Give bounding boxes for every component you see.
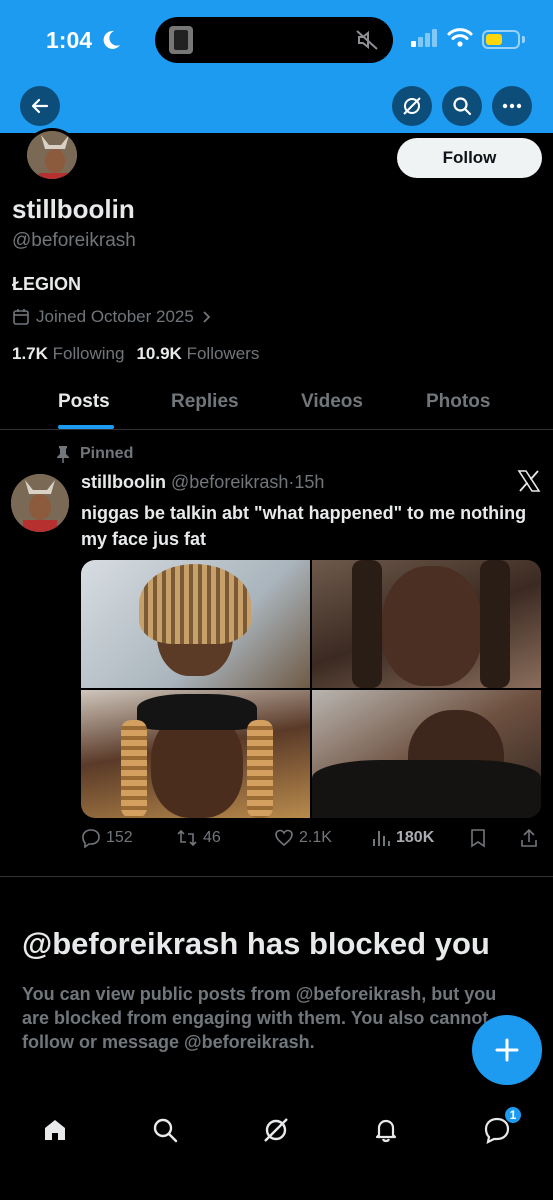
post-media-grid — [81, 560, 541, 818]
tab-replies[interactable]: Replies — [171, 391, 239, 413]
reply-button[interactable]: 152 — [81, 828, 133, 848]
profile-avatar[interactable] — [24, 128, 80, 182]
now-playing-thumbnail — [169, 26, 193, 54]
followers-link[interactable]: 10.9K Followers — [136, 344, 259, 364]
like-button[interactable]: 2.1K — [274, 828, 332, 848]
bookmark-icon — [471, 829, 485, 848]
heart-icon — [275, 829, 293, 847]
profile-handle: @beforeikrash — [12, 230, 136, 251]
follow-button[interactable]: Follow — [397, 138, 542, 178]
moon-icon — [103, 30, 120, 49]
post-photo-2[interactable] — [312, 560, 541, 688]
compose-post-button[interactable] — [472, 1015, 542, 1085]
following-link[interactable]: 1.7K Following — [12, 344, 124, 364]
nav-search[interactable] — [145, 1110, 185, 1150]
blocked-title: @beforeikrash has blocked you — [22, 926, 490, 961]
profile-tabs: Posts Replies Videos Photos — [0, 376, 553, 430]
section-divider — [0, 876, 553, 877]
follow-stats: 1.7K Following 10.9K Followers — [12, 344, 259, 364]
joined-date[interactable]: Joined October 2025 — [12, 307, 212, 327]
post-author-avatar[interactable] — [11, 474, 69, 532]
arrow-left-icon — [31, 98, 49, 114]
repost-button[interactable]: 46 — [176, 828, 221, 848]
profile-display-name: stillboolin — [12, 194, 135, 224]
more-button[interactable] — [492, 86, 532, 126]
messages-badge: 1 — [504, 1106, 522, 1124]
nav-home[interactable] — [35, 1110, 75, 1150]
profile-bio: ŁEGION — [12, 274, 82, 294]
pinned-label: Pinned — [80, 445, 134, 462]
like-count: 2.1K — [299, 829, 332, 846]
post-photo-4[interactable] — [312, 690, 541, 818]
notifications-icon — [375, 1119, 397, 1143]
tab-photos[interactable]: Photos — [426, 391, 490, 413]
post-photo-1[interactable] — [81, 560, 310, 688]
battery-cap — [522, 36, 525, 43]
dynamic-island — [155, 17, 393, 63]
search-button[interactable] — [442, 86, 482, 126]
cellular-signal-icon — [411, 29, 437, 47]
muted-icon — [356, 30, 378, 50]
post-text: niggas be talkin abt "what happened" to … — [81, 503, 527, 549]
search-icon — [153, 1118, 178, 1143]
grok-icon — [403, 97, 421, 115]
reply-icon — [82, 829, 100, 848]
post-header: stillboolin @beforeikrash·15h — [81, 472, 324, 493]
home-icon — [45, 1120, 65, 1140]
more-icon — [502, 103, 522, 109]
chevron-right-icon — [203, 311, 211, 323]
plus-icon — [495, 1038, 519, 1062]
views-icon — [373, 831, 390, 846]
tab-posts[interactable]: Posts — [58, 391, 110, 413]
share-button[interactable] — [519, 828, 539, 848]
post-actions: 152 46 2.1K 180K — [81, 828, 541, 854]
battery-indicator — [482, 30, 520, 49]
back-button[interactable] — [20, 86, 60, 126]
pin-icon — [57, 446, 69, 463]
post-photo-3[interactable] — [81, 690, 310, 818]
battery-level — [486, 34, 502, 45]
joined-label: Joined October 2025 — [36, 307, 194, 326]
post-author-name[interactable]: stillboolin — [81, 472, 166, 492]
repost-icon — [177, 829, 197, 847]
active-tab-indicator — [58, 425, 114, 429]
nav-grok[interactable] — [256, 1110, 296, 1150]
tab-videos[interactable]: Videos — [301, 391, 363, 413]
status-time: 1:04 — [46, 27, 93, 53]
grok-icon — [264, 1118, 288, 1142]
x-logo-icon — [517, 470, 541, 492]
bookmark-button[interactable] — [469, 828, 487, 848]
followers-count: 10.9K — [136, 344, 182, 363]
bottom-navigation — [0, 1098, 553, 1200]
nav-notifications[interactable] — [366, 1110, 406, 1150]
blocked-message: You can view public posts from @beforeik… — [22, 984, 497, 1052]
wifi-icon — [447, 28, 473, 47]
followers-label: Followers — [186, 344, 260, 363]
search-icon — [453, 97, 472, 116]
views-button[interactable]: 180K — [371, 828, 434, 848]
calendar-icon — [13, 309, 29, 325]
pinned-indicator: Pinned — [56, 445, 133, 463]
grok-button[interactable] — [392, 86, 432, 126]
post-author-handle[interactable]: @beforeikrash — [171, 472, 288, 492]
share-icon — [521, 828, 537, 847]
view-count: 180K — [396, 829, 435, 846]
post-time: 15h — [294, 472, 325, 492]
reply-count: 152 — [106, 829, 133, 846]
following-count: 1.7K — [12, 344, 48, 363]
repost-count: 46 — [203, 829, 221, 846]
following-label: Following — [52, 344, 125, 363]
